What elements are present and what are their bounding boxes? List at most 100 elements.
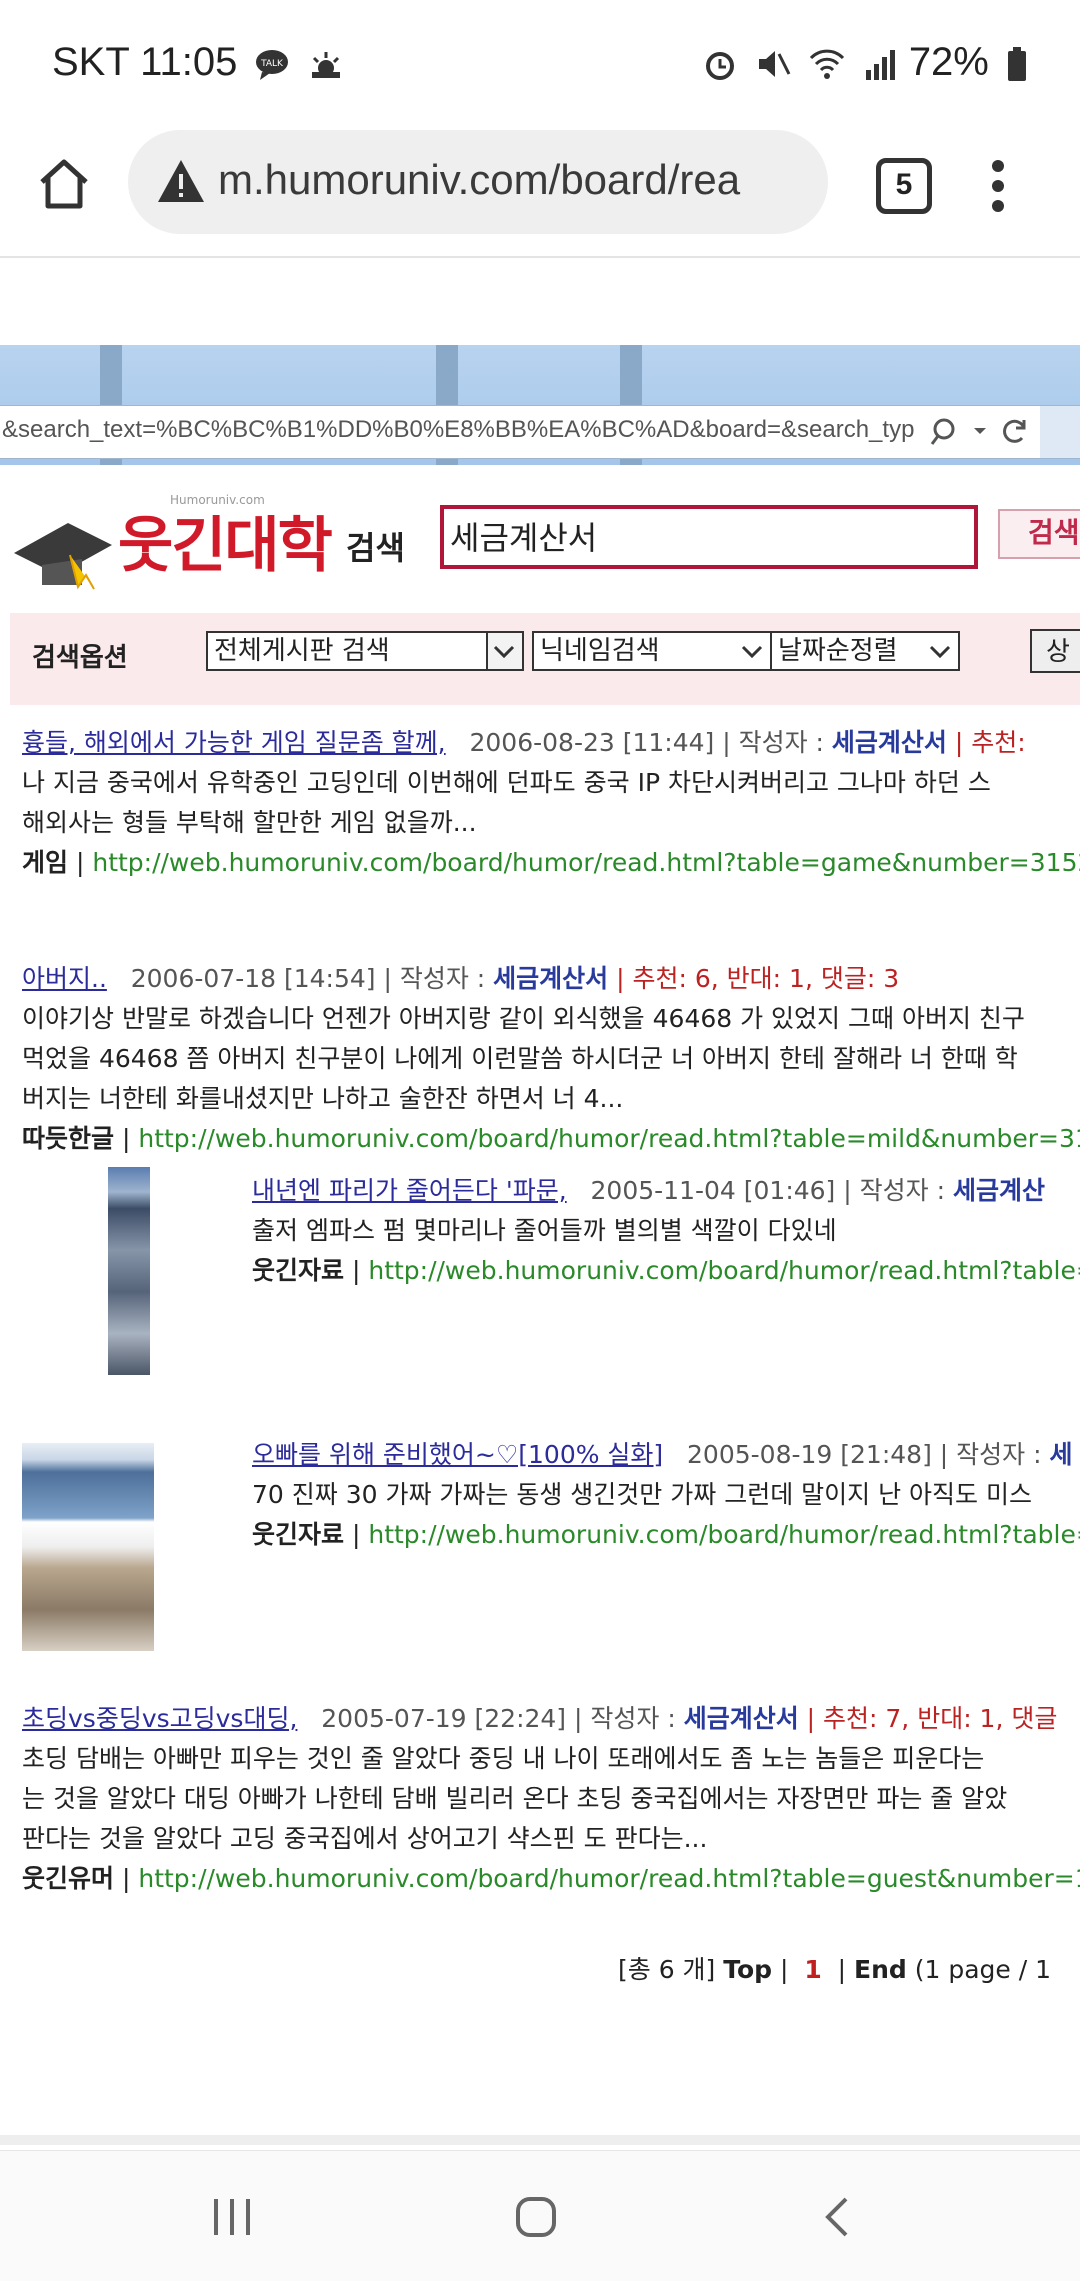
system-nav-bar <box>0 2150 1080 2281</box>
search-input[interactable] <box>444 509 952 563</box>
result-item: 아버지.. 2006-07-18 [14:54] | 작성자 : 세금계산서 |… <box>22 959 1080 1159</box>
url-text: m.humoruniv.com/board/rea <box>218 156 741 203</box>
wifi-icon <box>809 50 844 80</box>
talk-icon: TALK <box>256 50 289 81</box>
total-count: [총 6 개] <box>618 1955 716 1984</box>
graduation-cap-icon <box>14 523 112 590</box>
chevron-down-icon[interactable] <box>970 420 990 440</box>
result-title[interactable]: 아버지.. <box>22 964 107 993</box>
result-meta: 2005-07-19 [22:24] | 작성자 : <box>321 1704 684 1733</box>
result-snippet: 이야기상 반말로 하겠습니다 언젠가 아버지랑 같이 외식했을 46468 가 … <box>22 1004 1025 1033</box>
page-footer-edge <box>0 2135 1080 2145</box>
result-title[interactable]: 초딩vs중딩vs고딩vs대딩, <box>22 1704 297 1733</box>
result-snippet: 출저 엠파스 펌 몇마리나 줄어들까 별의별 색깔이 다있네 <box>252 1216 837 1245</box>
result-meta: 2006-08-23 [11:44] | 작성자 : <box>469 728 832 757</box>
result-title[interactable]: 오빠를 위해 준비했어~♡[100% 실화] <box>252 1440 663 1469</box>
search-type-value: 닉네임검색 <box>540 636 660 666</box>
svg-text:TALK: TALK <box>261 59 285 69</box>
result-category: 따듯한글 <box>22 1124 115 1153</box>
result-author[interactable]: 세 <box>1049 1440 1072 1469</box>
search-icon[interactable] <box>930 416 962 448</box>
battery-icon <box>1008 47 1026 82</box>
refresh-icon[interactable] <box>1000 416 1030 446</box>
result-title[interactable]: 내년엔 파리가 줄어든다 '파문, <box>252 1176 567 1205</box>
browser-toolbar: m.humoruniv.com/board/rea 5 <box>0 130 1080 258</box>
search-label: 검색 <box>346 529 405 567</box>
warning-icon <box>158 160 204 202</box>
url-bar[interactable]: m.humoruniv.com/board/rea <box>128 130 828 234</box>
result-stats: | 추천: 7, 반대: 1, 댓글 <box>798 1704 1058 1733</box>
ie-address-bar[interactable]: &search_text=%BC%BC%B1%DD%B0%E8%BB%EA%BC… <box>0 405 1080 459</box>
result-link[interactable]: http://web.humoruniv.com/board/humor/rea… <box>368 1520 1080 1549</box>
chevron-down-icon <box>736 633 770 669</box>
carrier-time: SKT 11:05 <box>52 40 238 84</box>
search-options-bar: 검색옵션 전체게시판 검색 닉네임검색 날짜순정렬 상 <box>10 613 1080 705</box>
result-meta: 2005-08-19 [21:48] | 작성자 : <box>687 1440 1050 1469</box>
page-info: (1 page / 1 <box>914 1955 1052 1984</box>
result-item: 내년엔 파리가 줄어든다 '파문, 2005-11-04 [01:46] | 작… <box>252 1171 1080 1291</box>
result-snippet: 초딩 담배는 아빠만 피우는 것인 줄 알았다 중딩 내 나이 또래에서도 좀 … <box>22 1744 985 1773</box>
result-title[interactable]: 흉들, 해외에서 가능한 게임 질문좀 할께, <box>22 728 446 757</box>
result-item: 초딩vs중딩vs고딩vs대딩, 2005-07-19 [22:24] | 작성자… <box>22 1699 1080 1899</box>
alarm-icon <box>706 52 735 81</box>
result-snippet: 70 진짜 30 가짜 가짜는 동생 생긴것만 가짜 그런데 말이지 난 아직도… <box>252 1480 1032 1509</box>
search-options-label: 검색옵션 <box>32 643 128 673</box>
home-nav-icon[interactable] <box>512 2193 560 2241</box>
more-options-icon[interactable] <box>990 156 1006 216</box>
mute-icon <box>759 51 791 78</box>
result-author[interactable]: 세금계산 <box>953 1176 1045 1205</box>
search-type-select[interactable]: 닉네임검색 <box>532 631 772 671</box>
page-end-link[interactable]: End <box>854 1955 907 1984</box>
chevron-down-icon <box>486 633 522 669</box>
page-screenshot: &search_text=%BC%BC%B1%DD%B0%E8%BB%EA%BC… <box>0 345 1080 2145</box>
status-right: 72% <box>696 40 1028 85</box>
ie-tab-edge <box>1040 406 1080 458</box>
battery-percent: 72% <box>908 40 989 84</box>
result-link[interactable]: http://web.humoruniv.com/board/humor/rea… <box>368 1256 1080 1285</box>
result-thumbnail[interactable] <box>22 1443 154 1651</box>
options-submit-button[interactable]: 상 <box>1030 629 1080 673</box>
back-icon[interactable] <box>818 2193 858 2241</box>
result-author[interactable]: 세금계산서 <box>832 728 947 757</box>
result-snippet: 버지는 너한테 화를내셨지만 나하고 술한잔 하면서 너 4... <box>22 1084 624 1113</box>
sort-value: 날짜순정렬 <box>778 636 898 666</box>
result-meta: 2005-11-04 [01:46] | 작성자 : <box>590 1176 953 1205</box>
board-select-value: 전체게시판 검색 <box>214 636 390 666</box>
board-select[interactable]: 전체게시판 검색 <box>206 631 524 671</box>
weather-icon <box>311 52 340 79</box>
search-button[interactable]: 검색 <box>998 509 1080 559</box>
result-category: 웃긴자료 <box>252 1520 345 1549</box>
current-page[interactable]: 1 <box>804 1955 821 1984</box>
recent-apps-icon[interactable] <box>210 2195 254 2239</box>
site-logo[interactable]: 웃긴대학 <box>118 497 333 584</box>
result-item: 오빠를 위해 준비했어~♡[100% 실화] 2005-08-19 [21:48… <box>252 1435 1080 1555</box>
result-snippet: 먹었을 46468 쯤 아버지 친구분이 나에게 이런말씀 하시더군 너 아버지… <box>22 1044 1018 1073</box>
result-item: 흉들, 해외에서 가능한 게임 질문좀 할께, 2006-08-23 [11:4… <box>22 723 1080 883</box>
sort-select[interactable]: 날짜순정렬 <box>770 631 960 671</box>
result-stats: | 추천: 6, 반대: 1, 댓글: 3 <box>608 964 900 993</box>
result-thumbnail[interactable] <box>108 1167 150 1375</box>
result-snippet: 나 지금 중국에서 유학중인 고딩인데 이번해에 던파도 중국 IP 차단시켜버… <box>22 768 991 797</box>
tab-switcher-button[interactable]: 5 <box>876 158 932 214</box>
status-left: SKT 11:05 TALK <box>52 40 344 85</box>
result-author[interactable]: 세금계산서 <box>493 964 608 993</box>
result-author[interactable]: 세금계산서 <box>684 1704 799 1733</box>
status-bar: SKT 11:05 TALK 72% <box>0 0 1080 130</box>
pagination: [총 6 개] Top | 1 | End (1 page / 1 <box>618 1955 1052 1984</box>
result-link[interactable]: http://web.humoruniv.com/board/humor/rea… <box>138 1124 1080 1153</box>
signal-icon <box>865 50 895 81</box>
result-link[interactable]: http://web.humoruniv.com/board/humor/rea… <box>138 1864 1080 1893</box>
page-top-link[interactable]: Top <box>723 1955 772 1984</box>
result-category: 게임 <box>22 848 69 877</box>
chevron-down-icon <box>924 633 958 669</box>
home-icon[interactable] <box>34 154 94 214</box>
result-snippet: 는 것을 알았다 대딩 아빠가 나한테 담배 빌리러 온다 초딩 중국집에서는 … <box>22 1784 1008 1813</box>
result-snippet: 판다는 것을 알았다 고딩 중국집에서 상어고기 샥스핀 도 판다는... <box>22 1824 708 1853</box>
search-box[interactable] <box>440 505 978 569</box>
ie-address-text: &search_text=%BC%BC%B1%DD%B0%E8%BB%EA%BC… <box>2 416 915 443</box>
site-header: Humoruniv.com 웃긴대학 검색 검색 <box>0 475 1080 615</box>
result-stats: | 추천: <box>946 728 1026 757</box>
result-link[interactable]: http://web.humoruniv.com/board/humor/rea… <box>92 848 1080 877</box>
result-category: 웃긴유머 <box>22 1864 115 1893</box>
result-snippet: 해외사는 형들 부탁해 할만한 게임 없을까... <box>22 808 477 837</box>
